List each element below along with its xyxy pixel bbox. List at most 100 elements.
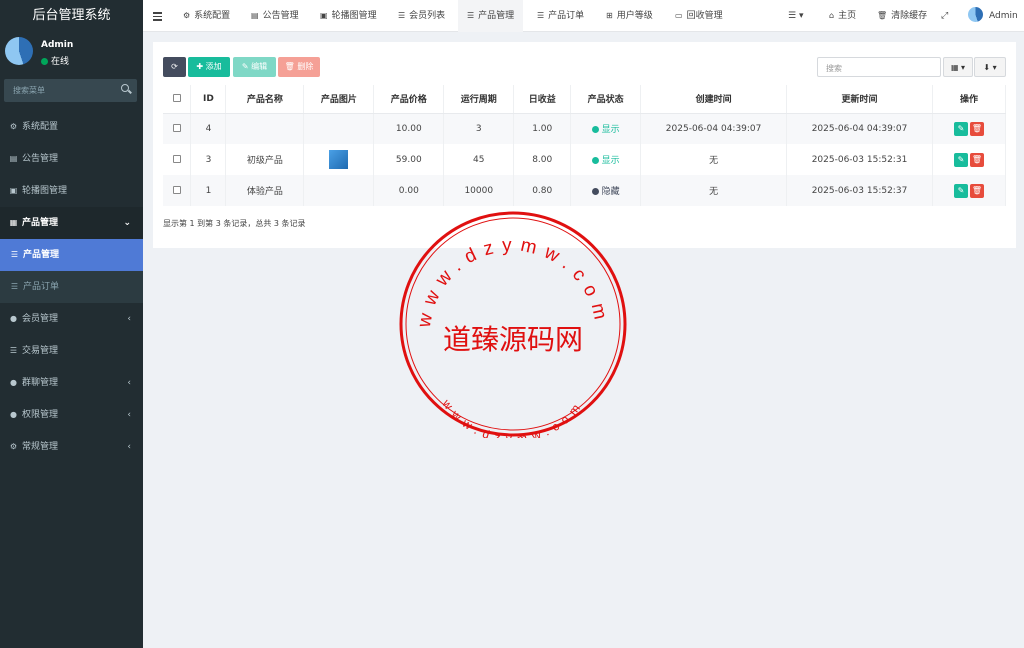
tab-system-config[interactable]: ⚙ 系统配置 xyxy=(183,0,230,32)
refresh-icon: ⟳ xyxy=(171,62,178,71)
col-header-image[interactable]: 产品图片 xyxy=(303,85,375,114)
tab-product-orders[interactable]: ☰ 产品订单 xyxy=(537,0,584,32)
home-icon: ⌂ xyxy=(829,11,835,20)
select-all-checkbox[interactable] xyxy=(163,85,192,114)
product-thumbnail[interactable] xyxy=(329,150,349,169)
card-icon: ▭ xyxy=(675,11,683,20)
tab-product-management[interactable]: ☰ 产品管理 xyxy=(458,0,524,32)
image-icon: ▣ xyxy=(9,186,18,195)
tab-label: 系统配置 xyxy=(194,11,231,21)
cell-actions: ✎ 🗑 xyxy=(932,175,1007,206)
sidebar-item-products[interactable]: ☰ 产品管理 xyxy=(0,239,143,271)
online-dot-icon xyxy=(41,58,48,65)
tab-recycle[interactable]: ▭ 回收管理 xyxy=(675,0,723,32)
fullscreen-icon[interactable]: ⤢ xyxy=(941,0,948,32)
sidebar-item-group-chat[interactable]: ● 群聊管理 ‹ xyxy=(0,367,143,399)
gear-icon: ⚙ xyxy=(183,11,191,20)
user-name: Admin xyxy=(41,40,74,50)
add-button[interactable]: ✚ 添加 xyxy=(188,57,230,77)
checkbox[interactable] xyxy=(172,94,181,103)
delete-label: 删除 xyxy=(297,62,314,71)
row-checkbox[interactable] xyxy=(172,186,181,194)
col-header-updated[interactable]: 更新时间 xyxy=(786,85,933,114)
row-delete-button[interactable]: 🗑 xyxy=(969,121,984,136)
edit-button[interactable]: ✎ 编辑 xyxy=(233,57,276,77)
table-row[interactable]: 1 体验产品 0.00 10000 0.80 隐藏 无 2025-06-03 1… xyxy=(163,175,1007,206)
pencil-icon: ✎ xyxy=(241,62,249,71)
top-navbar: ⚙ 系统配置 ▤ 公告管理 ▣ 轮播图管理 ☰ 会员列表 ☰ 产品管理 ☰ 产品订单 ⊞ 用户… xyxy=(143,0,1024,32)
caret-down-icon: ▾ xyxy=(798,11,804,21)
search-icon[interactable] xyxy=(121,84,129,92)
row-edit-button[interactable]: ✎ xyxy=(953,121,968,136)
row-delete-button[interactable]: 🗑 xyxy=(969,183,984,198)
sidebar-item-trades[interactable]: ☰ 交易管理 xyxy=(0,335,143,367)
row-edit-button[interactable]: ✎ xyxy=(953,183,968,198)
user-menu[interactable]: Admin xyxy=(968,0,1018,32)
status-dot-icon xyxy=(591,188,599,195)
delete-button[interactable]: 🗑 删除 xyxy=(278,57,320,77)
status-badge: 隐藏 xyxy=(601,187,620,197)
tab-label: 公告管理 xyxy=(262,11,299,21)
clear-cache-button[interactable]: 🗑 清除缓存 xyxy=(877,0,927,32)
brand-title[interactable]: 后台管理系统 xyxy=(0,0,143,32)
table-row[interactable]: 4 10.00 3 1.00 显示 2025-06-04 04:39:07 20… xyxy=(163,113,1007,144)
sidebar-search[interactable]: 搜索菜单 xyxy=(4,79,137,102)
tab-member-list[interactable]: ☰ 会员列表 xyxy=(398,0,445,32)
user-status-label: 在线 xyxy=(51,57,70,67)
row-checkbox[interactable] xyxy=(172,124,181,133)
status-badge: 显示 xyxy=(601,125,620,136)
row-edit-button[interactable]: ✎ xyxy=(953,152,968,167)
cell-cycle: 10000 xyxy=(443,175,515,206)
cell-updated: 2025-06-03 15:52:31 xyxy=(786,144,933,175)
tab-announcements[interactable]: ▤ 公告管理 xyxy=(251,0,299,32)
watermark-stamp: www.dzymw.com 道臻源码网 www.dzymw.com xyxy=(399,211,627,438)
row-delete-button[interactable]: 🗑 xyxy=(969,152,984,167)
home-link[interactable]: ⌂ 主页 xyxy=(829,0,856,32)
col-header-status[interactable]: 产品状态 xyxy=(570,85,642,114)
col-header-created[interactable]: 创建时间 xyxy=(640,85,788,114)
image-icon: ▣ xyxy=(320,11,328,20)
sidebar-item-members[interactable]: ● 会员管理 ‹ xyxy=(0,303,143,335)
refresh-button[interactable]: ⟳ xyxy=(163,57,186,77)
col-header-id[interactable]: ID xyxy=(190,85,227,114)
watermark-bottom-ring: www.dzymw.com xyxy=(439,396,587,438)
sidebar-item-label: 公告管理 xyxy=(22,154,59,164)
row-checkbox[interactable] xyxy=(172,155,181,163)
cell-id: 4 xyxy=(190,113,227,144)
table-search-input[interactable]: 搜索 xyxy=(817,57,941,77)
cell-daily: 8.00 xyxy=(513,144,572,175)
menu-toggle-icon[interactable] xyxy=(153,12,162,23)
cell-daily: 1.00 xyxy=(513,113,572,144)
tab-user-levels[interactable]: ⊞ 用户等级 xyxy=(606,0,653,32)
cell-price: 0.00 xyxy=(373,175,445,206)
export-button[interactable]: ⬇ ▾ xyxy=(974,57,1006,77)
col-header-name[interactable]: 产品名称 xyxy=(225,85,305,114)
sidebar-item-system-config[interactable]: ⚙ 系统配置 xyxy=(0,111,143,143)
sidebar-item-label: 交易管理 xyxy=(22,346,59,356)
cell-price: 59.00 xyxy=(373,144,445,175)
sidebar-item-carousel[interactable]: ▣ 轮播图管理 xyxy=(0,175,143,207)
col-header-price[interactable]: 产品价格 xyxy=(373,85,445,114)
cell-image xyxy=(303,113,375,144)
columns-toggle-button[interactable]: ▦ ▾ xyxy=(943,57,973,77)
sidebar-item-product-orders[interactable]: ☰ 产品订单 xyxy=(0,271,143,303)
user-status: 在线 xyxy=(41,54,69,67)
list-icon: ☰ xyxy=(398,11,406,20)
cell-id: 1 xyxy=(190,175,227,206)
sidebar-item-announcements[interactable]: ▤ 公告管理 xyxy=(0,143,143,175)
sidebar: 后台管理系统 Admin 在线 搜索菜单 ⚙ 系统配置 ▤ 公告管理 ▣ 轮播图管理 … xyxy=(0,0,143,648)
tabs-dropdown[interactable]: ☰ ▾ xyxy=(788,0,803,32)
chat-icon: ● xyxy=(10,378,17,387)
add-label: 添加 xyxy=(205,62,222,71)
sidebar-item-label: 轮播图管理 xyxy=(22,186,68,196)
sidebar-item-general[interactable]: ⚙ 常规管理 ‹ xyxy=(0,431,143,463)
table-row[interactable]: 3 初级产品 59.00 45 8.00 显示 无 2025-06-03 15:… xyxy=(163,144,1007,175)
col-header-cycle[interactable]: 运行周期 xyxy=(443,85,515,114)
home-label: 主页 xyxy=(838,11,857,21)
sidebar-item-product-management[interactable]: ▦ 产品管理 ⌄ xyxy=(0,207,143,239)
cell-status: 显示 xyxy=(570,113,642,144)
cell-name: 初级产品 xyxy=(225,144,305,175)
sidebar-item-permissions[interactable]: ● 权限管理 ‹ xyxy=(0,399,143,431)
tab-carousel[interactable]: ▣ 轮播图管理 xyxy=(320,0,377,32)
col-header-daily[interactable]: 日收益 xyxy=(513,85,572,114)
